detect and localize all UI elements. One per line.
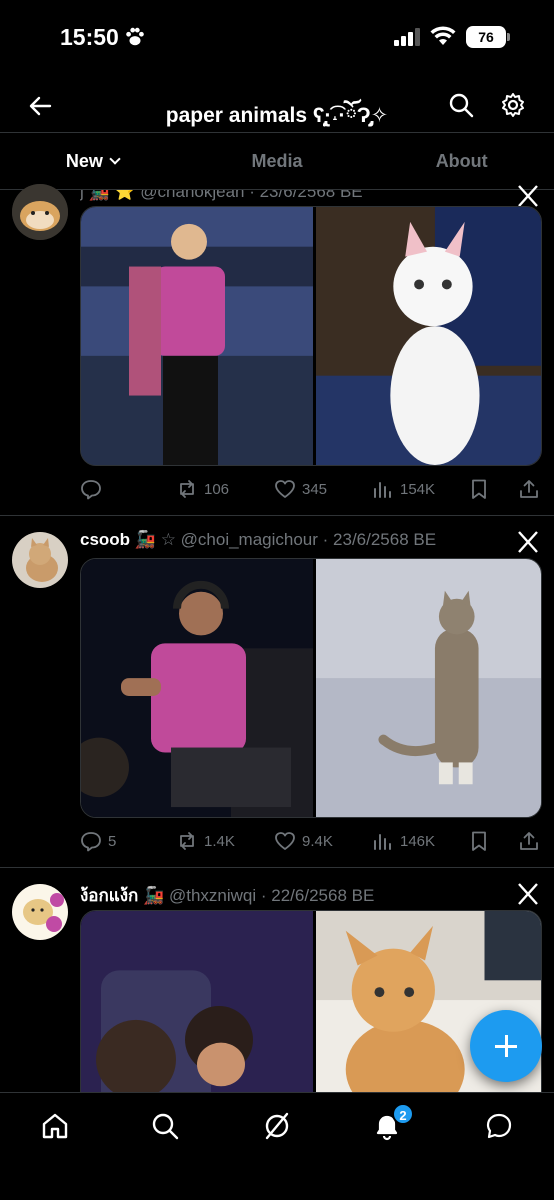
battery-indicator: 76 (466, 26, 510, 48)
reply-icon (81, 480, 101, 500)
bookmark-button[interactable] (468, 826, 496, 856)
tab-new-label: New (65, 151, 103, 171)
repost-button[interactable]: 106 (176, 474, 229, 504)
standing-cat-photo (316, 559, 541, 817)
reply-button[interactable]: 5 (80, 826, 116, 856)
esports-player-headset-photo (81, 559, 313, 817)
like-count: 9.4K (302, 832, 333, 850)
author-name[interactable]: csoob 🚂 (80, 530, 156, 549)
paw-icon (126, 27, 144, 46)
repost-count: 1.4K (204, 832, 235, 850)
post-actions: 5 1.4K 9.4K 146K (80, 826, 542, 856)
post-media[interactable] (80, 558, 542, 818)
post-1[interactable]: j 🚂 ⭐ @chanokjean · 23/6/2568 BE 106 345… (0, 184, 554, 516)
wifi-icon (430, 26, 456, 45)
post-actions: 106 345 154K (80, 474, 542, 504)
tab-new[interactable]: New (0, 133, 185, 189)
x-logo-icon[interactable] (516, 882, 540, 906)
puppy-avatar-image (12, 884, 68, 940)
esports-players-photo (81, 911, 313, 1092)
author-handle-date: @thxzniwqi · 22/6/2568 BE (168, 886, 375, 905)
repost-icon (180, 480, 194, 498)
repost-count: 106 (204, 480, 230, 498)
cat-avatar-image (12, 532, 68, 588)
bookmark-icon (472, 831, 486, 851)
reply-icon (81, 832, 101, 852)
status-bar: 15:50 76 (0, 0, 554, 80)
post-header: ง้อกแง้ก 🚂 @thxzniwqi · 22/6/2568 BE (80, 882, 374, 909)
search-icon[interactable] (448, 92, 474, 118)
views-icon (374, 834, 391, 850)
share-button[interactable] (518, 474, 546, 504)
share-icon (520, 832, 538, 850)
like-button[interactable]: 9.4K (274, 826, 333, 856)
hamster-avatar-image (12, 184, 68, 240)
notification-badge: 2 (392, 1103, 414, 1125)
tab-media[interactable]: Media (185, 133, 370, 189)
author-handle-date: ☆ @choi_magichour · 23/6/2568 BE (160, 530, 437, 549)
heart-icon (275, 832, 295, 850)
post-media[interactable] (80, 206, 542, 466)
white-kitten-photo (316, 207, 541, 465)
search-icon[interactable] (150, 1111, 180, 1141)
bookmark-button[interactable] (468, 474, 496, 504)
author-name[interactable]: ง้อกแง้ก 🚂 (80, 886, 164, 905)
views-button[interactable]: 146K (372, 826, 435, 856)
like-count: 345 (302, 480, 328, 498)
x-logo-icon[interactable] (516, 184, 540, 208)
messages-icon[interactable] (484, 1111, 514, 1141)
repost-icon (180, 832, 194, 850)
x-logo-icon[interactable] (516, 530, 540, 554)
like-button[interactable]: 345 (274, 474, 327, 504)
heart-icon (275, 480, 295, 498)
views-icon (374, 482, 391, 498)
status-time: 15:50 (60, 24, 119, 50)
views-button[interactable]: 154K (372, 474, 435, 504)
post-media[interactable] (80, 910, 542, 1092)
header: paper animals ʕ̢̣̣̣̣̩̩̩̩·͡˔·ོɁ̡̣̣̣̣̩̩̩̩✧ (0, 80, 554, 132)
cellular-signal-icon (394, 28, 420, 46)
bottom-nav: 2 (0, 1092, 554, 1200)
tab-about[interactable]: About (369, 133, 554, 189)
chevron-down-icon (109, 153, 121, 165)
views-count: 146K (400, 832, 436, 850)
post-header: csoob 🚂 ☆ @choi_magichour · 23/6/2568 BE (80, 530, 436, 550)
gear-icon[interactable] (500, 92, 526, 118)
avatar[interactable] (12, 532, 68, 588)
views-count: 154K (400, 480, 436, 498)
compose-button[interactable] (470, 1010, 542, 1082)
post-3[interactable]: ง้อกแง้ก 🚂 @thxzniwqi · 22/6/2568 BE (0, 868, 554, 1092)
share-icon (520, 480, 538, 498)
avatar[interactable] (12, 884, 68, 940)
post-2[interactable]: csoob 🚂 ☆ @choi_magichour · 23/6/2568 BE… (0, 516, 554, 868)
tab-bar: New Media About (0, 132, 554, 190)
bookmark-icon (472, 479, 486, 499)
esports-player-photo (81, 207, 313, 465)
home-icon[interactable] (40, 1111, 70, 1141)
repost-button[interactable]: 1.4K (176, 826, 235, 856)
share-button[interactable] (518, 826, 546, 856)
reply-button[interactable] (80, 474, 108, 504)
avatar[interactable] (12, 184, 68, 240)
reply-count: 5 (108, 832, 117, 850)
grok-icon[interactable] (262, 1111, 292, 1141)
tab-media-label: Media (251, 151, 303, 171)
tab-about-label: About (435, 151, 488, 171)
